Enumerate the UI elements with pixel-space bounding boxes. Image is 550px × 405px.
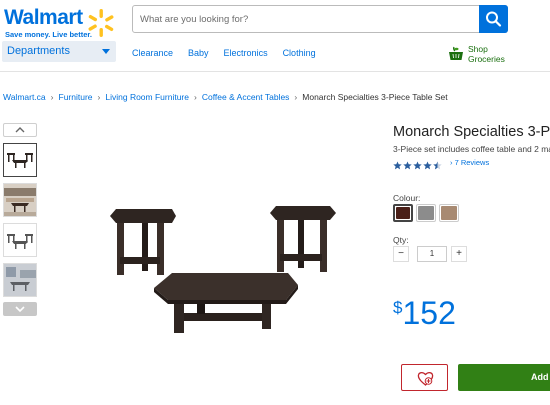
price-value: 152 — [402, 295, 456, 331]
room-scene-thumbnail-image — [4, 184, 36, 216]
breadcrumb-living-room[interactable]: Living Room Furniture — [105, 92, 189, 102]
breadcrumb-current: Monarch Specialties 3-Piece Table Set — [302, 92, 448, 102]
nav-link-baby[interactable]: Baby — [188, 48, 209, 58]
chevron-down-icon — [102, 49, 110, 54]
thumbnail-4[interactable] — [3, 263, 37, 297]
star-rating[interactable] — [393, 158, 443, 170]
search-bar — [132, 5, 508, 33]
breadcrumb-separator: › — [194, 92, 197, 102]
search-input[interactable] — [133, 6, 479, 32]
quantity-increase-button[interactable]: + — [451, 246, 467, 262]
logo-wordmark: Walmart — [4, 6, 83, 29]
nav-link-clearance[interactable]: Clearance — [132, 48, 173, 58]
swatch-fill — [441, 206, 457, 220]
departments-label: Departments — [7, 45, 70, 57]
walmart-logo[interactable]: Walmart Save money. Live better. — [4, 6, 122, 39]
swatch-fill — [418, 206, 434, 220]
product-description: 3-Piece set includes coffee table and 2 … — [393, 144, 550, 154]
thumbnail-1[interactable] — [3, 143, 37, 177]
departments-dropdown[interactable]: Departments — [2, 41, 116, 62]
end-table-right — [270, 206, 336, 272]
end-table-left — [110, 209, 176, 275]
grocery-basket-icon — [449, 46, 463, 60]
quantity-label: Qty: — [393, 235, 409, 245]
breadcrumb-separator: › — [50, 92, 54, 102]
price-currency: $ — [393, 298, 403, 317]
breadcrumb-separator: › — [294, 92, 298, 102]
colour-swatch-espresso[interactable] — [393, 204, 413, 222]
breadcrumb-separator: › — [97, 92, 101, 102]
product-price: $152 — [393, 295, 456, 332]
breadcrumb: Walmart.ca › Furniture › Living Room Furnitu… — [3, 92, 448, 102]
thumbnail-scroll-up-button[interactable] — [3, 123, 37, 137]
product-title: Monarch Specialties 3-Pi — [393, 124, 550, 140]
thumbnail-gallery — [3, 123, 37, 316]
search-button[interactable] — [479, 5, 508, 33]
breadcrumb-home[interactable]: Walmart.ca — [3, 92, 46, 102]
reviews-link[interactable]: › 7 Reviews — [450, 158, 489, 167]
add-to-wishlist-button[interactable] — [401, 364, 448, 391]
quantity-decrease-button[interactable]: − — [393, 246, 409, 262]
top-nav: Clearance Baby Electronics Clothing — [132, 48, 331, 58]
add-to-cart-button[interactable]: Add t — [458, 364, 550, 391]
chevron-up-icon — [15, 127, 25, 133]
site-header: Walmart Save money. Live better. Departm… — [0, 0, 550, 72]
star-rating-icon — [393, 161, 442, 170]
spark-icon — [88, 9, 114, 37]
nav-link-clothing[interactable]: Clothing — [283, 48, 316, 58]
logo-tagline: Save money. Live better. — [5, 30, 92, 39]
heart-plus-icon — [417, 372, 434, 386]
quantity-input[interactable]: 1 — [417, 246, 447, 262]
chevron-right-icon: › — [450, 158, 453, 167]
thumbnail-scroll-down-button[interactable] — [3, 302, 37, 316]
colour-swatch-grey[interactable] — [416, 204, 436, 222]
thumbnail-3[interactable] — [3, 223, 37, 257]
shop-groceries-link[interactable]: Shop Groceries — [447, 44, 547, 66]
grocery-label-line1: Shop — [468, 44, 488, 54]
colour-label: Colour: — [393, 193, 421, 203]
add-to-cart-label: Add t — [531, 372, 550, 382]
breadcrumb-coffee-tables[interactable]: Coffee & Accent Tables — [202, 92, 290, 102]
breadcrumb-furniture[interactable]: Furniture — [59, 92, 93, 102]
coffee-table — [154, 273, 298, 333]
thumbnail-2[interactable] — [3, 183, 37, 217]
grey-table-set-thumbnail-image — [7, 234, 33, 249]
colour-swatch-taupe[interactable] — [439, 204, 459, 222]
table-set-thumbnail-image — [7, 153, 33, 168]
nav-link-electronics[interactable]: Electronics — [224, 48, 268, 58]
chevron-down-icon — [15, 306, 25, 313]
product-main-image[interactable] — [102, 205, 342, 335]
grocery-label-line2: Groceries — [468, 54, 505, 64]
colour-swatches — [393, 204, 462, 222]
reviews-count: 7 Reviews — [454, 158, 490, 167]
search-icon — [486, 11, 502, 27]
room-scene-grey-thumbnail-image — [4, 264, 36, 296]
swatch-fill — [396, 207, 410, 219]
